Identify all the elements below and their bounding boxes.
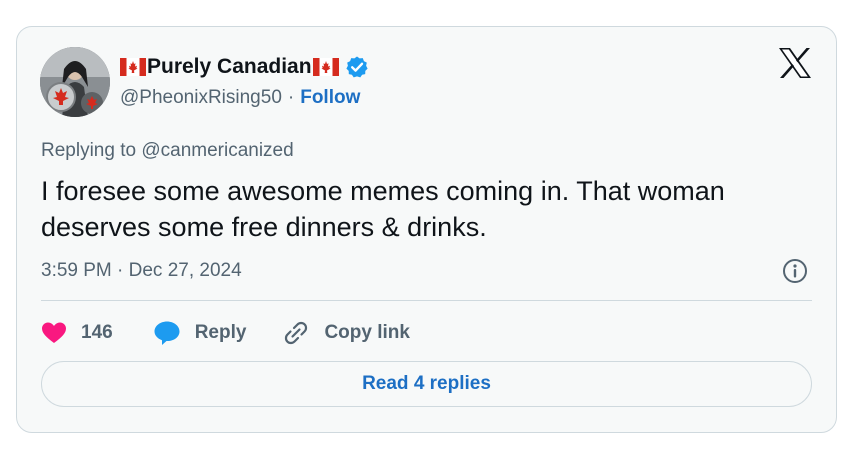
reply-button[interactable]: Reply: [153, 320, 247, 346]
author-handle-row: @PheonixRising50 · Follow: [120, 87, 360, 109]
verified-badge-icon: [345, 56, 368, 78]
x-logo-icon[interactable]: [778, 47, 812, 79]
action-bar: 146 Reply Copy link: [41, 315, 410, 351]
replying-to-label: Replying to @canmericanized: [41, 140, 294, 161]
dot-separator: ·: [287, 87, 295, 108]
copy-link-label: Copy link: [324, 322, 410, 343]
like-button[interactable]: 146: [41, 321, 113, 345]
author-name-row[interactable]: Purely Canadian: [120, 53, 369, 81]
tweet-text: I foresee some awesome memes coming in. …: [41, 176, 725, 242]
speech-bubble-icon: [154, 321, 180, 345]
read-replies-button[interactable]: Read 4 replies: [41, 361, 812, 407]
canada-flag-icon: [120, 58, 146, 76]
canada-flag-icon: [312, 58, 339, 76]
heart-icon: [42, 322, 66, 343]
follow-button[interactable]: Follow: [300, 87, 360, 109]
link-icon: [285, 321, 308, 345]
reply-label: Reply: [194, 322, 247, 343]
author-handle[interactable]: @PheonixRising50: [120, 87, 282, 109]
like-count: 146: [81, 322, 113, 343]
copy-link-button[interactable]: Copy link: [282, 319, 410, 347]
avatar[interactable]: [40, 47, 110, 117]
divider: [41, 300, 812, 301]
tweet-card: Purely Canadian @PheonixRising50 · Follo…: [16, 26, 837, 433]
info-icon[interactable]: [782, 258, 808, 284]
author-display-name[interactable]: Purely Canadian: [147, 55, 312, 79]
tweet-timestamp[interactable]: 3:59 PM · Dec 27, 2024: [41, 260, 242, 282]
